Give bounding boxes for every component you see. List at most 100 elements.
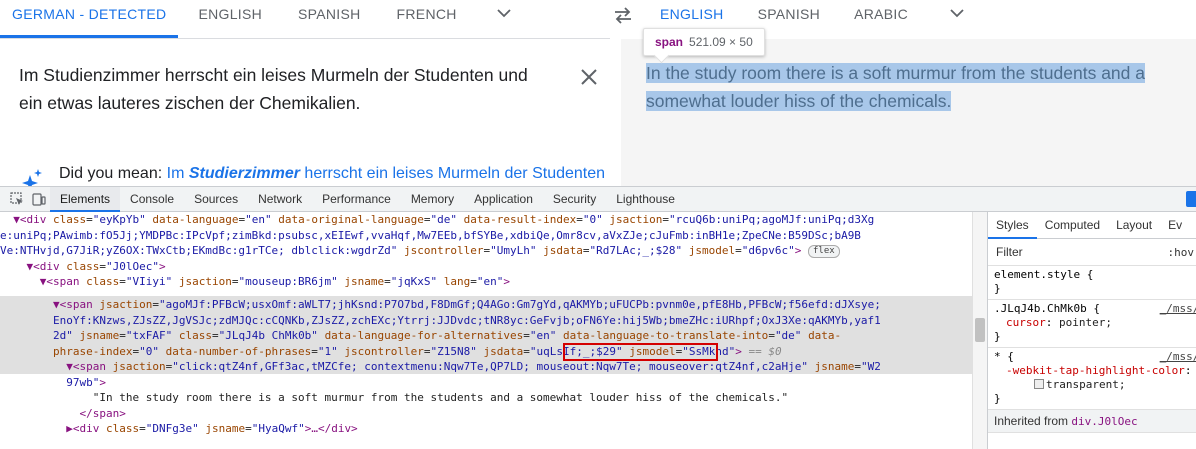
l4-a3: class bbox=[178, 329, 212, 342]
target-text-highlighted-span[interactable]: In the study room there is a soft murmur… bbox=[646, 63, 1145, 111]
l5-v1: "click:qtZ4nf,GFf3ac,tMZCfe; contextmenu… bbox=[172, 360, 808, 373]
dom-node-inner-span[interactable]: ▼<span jsaction="click:qtZ4nf,GFf3ac,tMZ… bbox=[0, 359, 960, 375]
devtools-tab-lighthouse[interactable]: Lighthouse bbox=[606, 187, 685, 212]
l5-a2: jsname bbox=[814, 360, 855, 373]
target-lang-tab-spanish[interactable]: SPANISH bbox=[746, 0, 833, 30]
l8-v2: "HyaQwf" bbox=[251, 422, 305, 435]
l8-a1: class bbox=[105, 422, 140, 435]
element-style-selector: element.style { bbox=[994, 268, 1094, 281]
source-text-panel[interactable]: Im Studienzimmer herrscht ein leises Mur… bbox=[0, 39, 621, 186]
devtools-tab-memory[interactable]: Memory bbox=[401, 187, 464, 212]
clear-source-text-close-icon[interactable] bbox=[578, 66, 600, 88]
rule2-prop[interactable]: -webkit-tap-highlight-color bbox=[994, 364, 1185, 377]
dom-node-viiyi-span[interactable]: ▼<span class="VIiyi" jsaction="mouseup:B… bbox=[0, 274, 960, 290]
l4-v1-part: "agoMJf:PFBcW;usxOmf:aWLT7;jhKsnd:P7O7bd… bbox=[158, 298, 881, 311]
rule1-source-link[interactable]: _/mss/b bbox=[1160, 302, 1196, 316]
styles-tab-computed[interactable]: Computed bbox=[1037, 212, 1108, 239]
devtools-tab-sources[interactable]: Sources bbox=[184, 187, 248, 212]
devtools-tab-console[interactable]: Console bbox=[120, 187, 184, 212]
l1-v6: "UmyLh" bbox=[490, 244, 537, 257]
l3-a2: jsaction bbox=[178, 275, 232, 288]
element-style-rule[interactable]: element.style { } bbox=[988, 266, 1196, 300]
hover-state-toggle[interactable]: :hov bbox=[1168, 246, 1196, 259]
swap-languages-icon[interactable] bbox=[612, 4, 634, 26]
styles-tab-layout[interactable]: Layout bbox=[1108, 212, 1160, 239]
dom-node-selected-span[interactable]: ▼<span jsaction="agoMJf:PFBcW;usxOmf:aWL… bbox=[0, 297, 960, 313]
source-more-languages-chevron-down-icon[interactable] bbox=[489, 0, 519, 30]
l4-v2: "txFAF" bbox=[125, 329, 173, 342]
l1-a6: jscontroller bbox=[403, 244, 484, 257]
dom-node-selected-span-cont2: 2d" jsname="txFAF" class="JLqJ4b ChMk0b"… bbox=[52, 329, 842, 342]
styles-tab-styles[interactable]: Styles bbox=[988, 212, 1037, 239]
inspect-element-icon[interactable] bbox=[6, 188, 28, 210]
target-text-container: In the study room there is a soft murmur… bbox=[646, 59, 1176, 115]
elements-scrollbar[interactable] bbox=[972, 212, 987, 449]
l4-a5: data-language-to-translate-into bbox=[563, 329, 769, 342]
dom-node-result-div[interactable]: ▼<div class="eyKpYb" data-language="en" … bbox=[0, 212, 960, 228]
styles-pane: Styles Computed Layout Ev Filter :hov el… bbox=[987, 212, 1196, 449]
inherited-from-header: Inherited from div.J0lOec bbox=[988, 410, 1196, 433]
l1-a7: jsdata bbox=[543, 244, 583, 257]
l3-v2: "mouseup:BR6jm" bbox=[238, 275, 338, 288]
rule1-prop[interactable]: cursor bbox=[994, 316, 1046, 329]
l4-v5: "de" bbox=[774, 329, 802, 342]
rule2-close: } bbox=[994, 392, 1001, 405]
l1-v3: "de" bbox=[430, 213, 458, 226]
l3-v1: "VIiyi" bbox=[125, 275, 173, 288]
l4-v1-cont1: EnoYf:KNzws,ZJsZZ,JgVSJc;zdMJQc:cCQNKb,Z… bbox=[52, 313, 881, 327]
l3-v3: "jqKxS" bbox=[390, 275, 438, 288]
styles-filter-input[interactable]: Filter :hov bbox=[988, 239, 1196, 266]
devtools-tab-network[interactable]: Network bbox=[248, 187, 312, 212]
source-lang-tab-french[interactable]: FRENCH bbox=[385, 0, 469, 30]
devtools-issues-badge[interactable] bbox=[1186, 191, 1196, 207]
dom-node-dnfg3e-div[interactable]: ▶<div class="DNFg3e" jsname="HyaQwf">…</… bbox=[0, 421, 960, 437]
l4-a1: jsaction bbox=[99, 298, 153, 311]
l1-v7: "Rd7LAc;_;$28" bbox=[589, 244, 683, 257]
suggestion-post: herrscht ein leises Murmeln der Studente… bbox=[299, 165, 606, 182]
dom-close-span: </span> bbox=[0, 406, 960, 422]
inherited-element-link[interactable]: div.J0lOec bbox=[1071, 415, 1137, 428]
devtools-tab-elements[interactable]: Elements bbox=[50, 186, 121, 212]
source-text[interactable]: Im Studienzimmer herrscht ein leises Mur… bbox=[19, 61, 554, 117]
rule2-source-link[interactable]: _/mss/b bbox=[1160, 350, 1196, 364]
target-lang-tab-english[interactable]: ENGLISH bbox=[648, 0, 736, 40]
l1-a2: data-language bbox=[152, 213, 239, 226]
l1-v8: "d6pv6c" bbox=[741, 244, 795, 257]
source-lang-tab-spanish[interactable]: SPANISH bbox=[286, 0, 373, 30]
elements-dom-tree[interactable]: ▼<div class="eyKpYb" data-language="en" … bbox=[0, 212, 972, 449]
l1-v5-cont2: Ve:NTHvjd,G7JiR;yZ6OX:TWxCtb;EKmdBc:g1rT… bbox=[0, 244, 398, 257]
l4-v1-cont2: 2d" bbox=[52, 329, 73, 342]
l4-v3: "JLqJ4b ChMk0b" bbox=[218, 329, 318, 342]
css-rule-universal[interactable]: * { _/mss/b -webkit-tap-highlight-color:… bbox=[988, 348, 1196, 410]
target-lang-tab-arabic[interactable]: ARABIC bbox=[842, 0, 920, 30]
css-rule-jlqj4b[interactable]: .JLqJ4b.ChMk0b { _/mss/b cursor: pointer… bbox=[988, 300, 1196, 348]
devtools-tab-application[interactable]: Application bbox=[464, 187, 543, 212]
devtools-tab-bar: Elements Console Sources Network Perform… bbox=[0, 186, 1196, 212]
close-span-tag: </span> bbox=[79, 406, 126, 420]
filter-placeholder: Filter bbox=[996, 245, 1023, 259]
rule1-val[interactable]: pointer; bbox=[1059, 316, 1112, 329]
source-lang-tab-english[interactable]: ENGLISH bbox=[186, 0, 274, 30]
dom-node-inner-span-cont: 97wb"> bbox=[66, 375, 106, 389]
dom-node-j0loec-div[interactable]: ▼<div class="J0lOec"> bbox=[0, 259, 960, 275]
l1-open[interactable]: ▼<div bbox=[13, 213, 53, 226]
target-more-languages-chevron-down-icon[interactable] bbox=[942, 0, 972, 30]
color-swatch-checkbox[interactable] bbox=[1034, 379, 1044, 389]
l1-a8: jsmodel bbox=[688, 244, 736, 257]
rule2-val[interactable]: transparent; bbox=[1046, 378, 1125, 391]
elements-scroll-thumb[interactable] bbox=[975, 318, 985, 342]
source-lang-tab-detected[interactable]: GERMAN - DETECTED bbox=[0, 0, 179, 38]
tooltip-dimensions: 521.09 × 50 bbox=[689, 35, 753, 49]
styles-tab-event-listeners[interactable]: Ev bbox=[1160, 212, 1190, 239]
devtools-tab-performance[interactable]: Performance bbox=[312, 187, 401, 212]
element-style-close: } bbox=[994, 282, 1001, 295]
devtools-tab-security[interactable]: Security bbox=[543, 187, 606, 212]
l4-v7: "1" bbox=[317, 344, 338, 358]
l4-v6: "0" bbox=[139, 344, 159, 358]
device-toolbar-icon[interactable] bbox=[28, 188, 50, 210]
dom-text-node[interactable]: "In the study room there is a soft murmu… bbox=[0, 390, 960, 406]
l4-v4: "en" bbox=[529, 329, 557, 342]
flex-badge[interactable]: flex bbox=[808, 245, 840, 258]
l4-a2: jsname bbox=[79, 329, 120, 342]
did-you-mean-suggestion-link[interactable]: Im Studierzimmer herrscht ein leises Mur… bbox=[167, 165, 605, 182]
